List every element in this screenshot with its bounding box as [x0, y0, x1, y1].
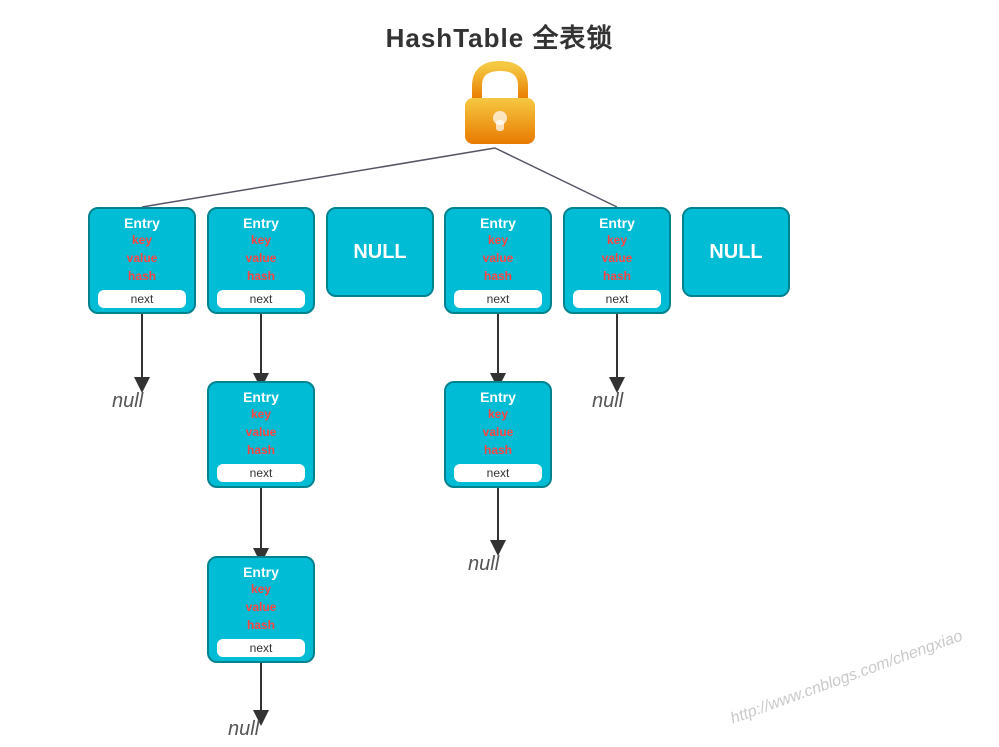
- entry-box-5: Entry keyvaluehash next: [207, 381, 315, 488]
- entry-box-4: Entry keyvaluehash next: [563, 207, 671, 314]
- entry-fields-6: keyvaluehash: [450, 405, 546, 459]
- next-tab-5: next: [217, 464, 305, 482]
- null-label-1: NULL: [353, 241, 406, 264]
- next-tab-7: next: [217, 639, 305, 657]
- null-text-2: null: [592, 390, 623, 413]
- next-tab-4: next: [573, 290, 661, 308]
- null-box-2: NULL: [682, 207, 790, 297]
- entry-fields-3: keyvaluehash: [450, 231, 546, 285]
- null-text-1: null: [112, 390, 143, 413]
- entry-fields-1: keyvaluehash: [94, 231, 190, 285]
- null-text-3: null: [468, 553, 499, 576]
- entry-title-6: Entry: [450, 389, 546, 405]
- null-label-2: NULL: [709, 241, 762, 264]
- entry-title-1: Entry: [94, 215, 190, 231]
- page-title: HashTable 全表锁: [0, 0, 999, 55]
- next-tab-2: next: [217, 290, 305, 308]
- null-text-4: null: [228, 718, 259, 741]
- entry-fields-5: keyvaluehash: [213, 405, 309, 459]
- diagram-container: HashTable 全表锁: [0, 0, 999, 747]
- entry-title-4: Entry: [569, 215, 665, 231]
- entry-box-2: Entry keyvaluehash next: [207, 207, 315, 314]
- entry-title-2: Entry: [213, 215, 309, 231]
- entry-title-3: Entry: [450, 215, 546, 231]
- null-box-1: NULL: [326, 207, 434, 297]
- next-tab-1: next: [98, 290, 186, 308]
- next-tab-3: next: [454, 290, 542, 308]
- entry-box-6: Entry keyvaluehash next: [444, 381, 552, 488]
- entry-fields-2: keyvaluehash: [213, 231, 309, 285]
- next-tab-6: next: [454, 464, 542, 482]
- entry-box-1: Entry keyvaluehash next: [88, 207, 196, 314]
- entry-box-3: Entry keyvaluehash next: [444, 207, 552, 314]
- entry-box-7: Entry keyvaluehash next: [207, 556, 315, 663]
- entry-fields-4: keyvaluehash: [569, 231, 665, 285]
- entry-title-5: Entry: [213, 389, 309, 405]
- watermark: http://www.cnblogs.com/chengxiao: [728, 628, 965, 729]
- entry-title-7: Entry: [213, 564, 309, 580]
- lock-icon: [455, 58, 545, 148]
- entry-fields-7: keyvaluehash: [213, 580, 309, 634]
